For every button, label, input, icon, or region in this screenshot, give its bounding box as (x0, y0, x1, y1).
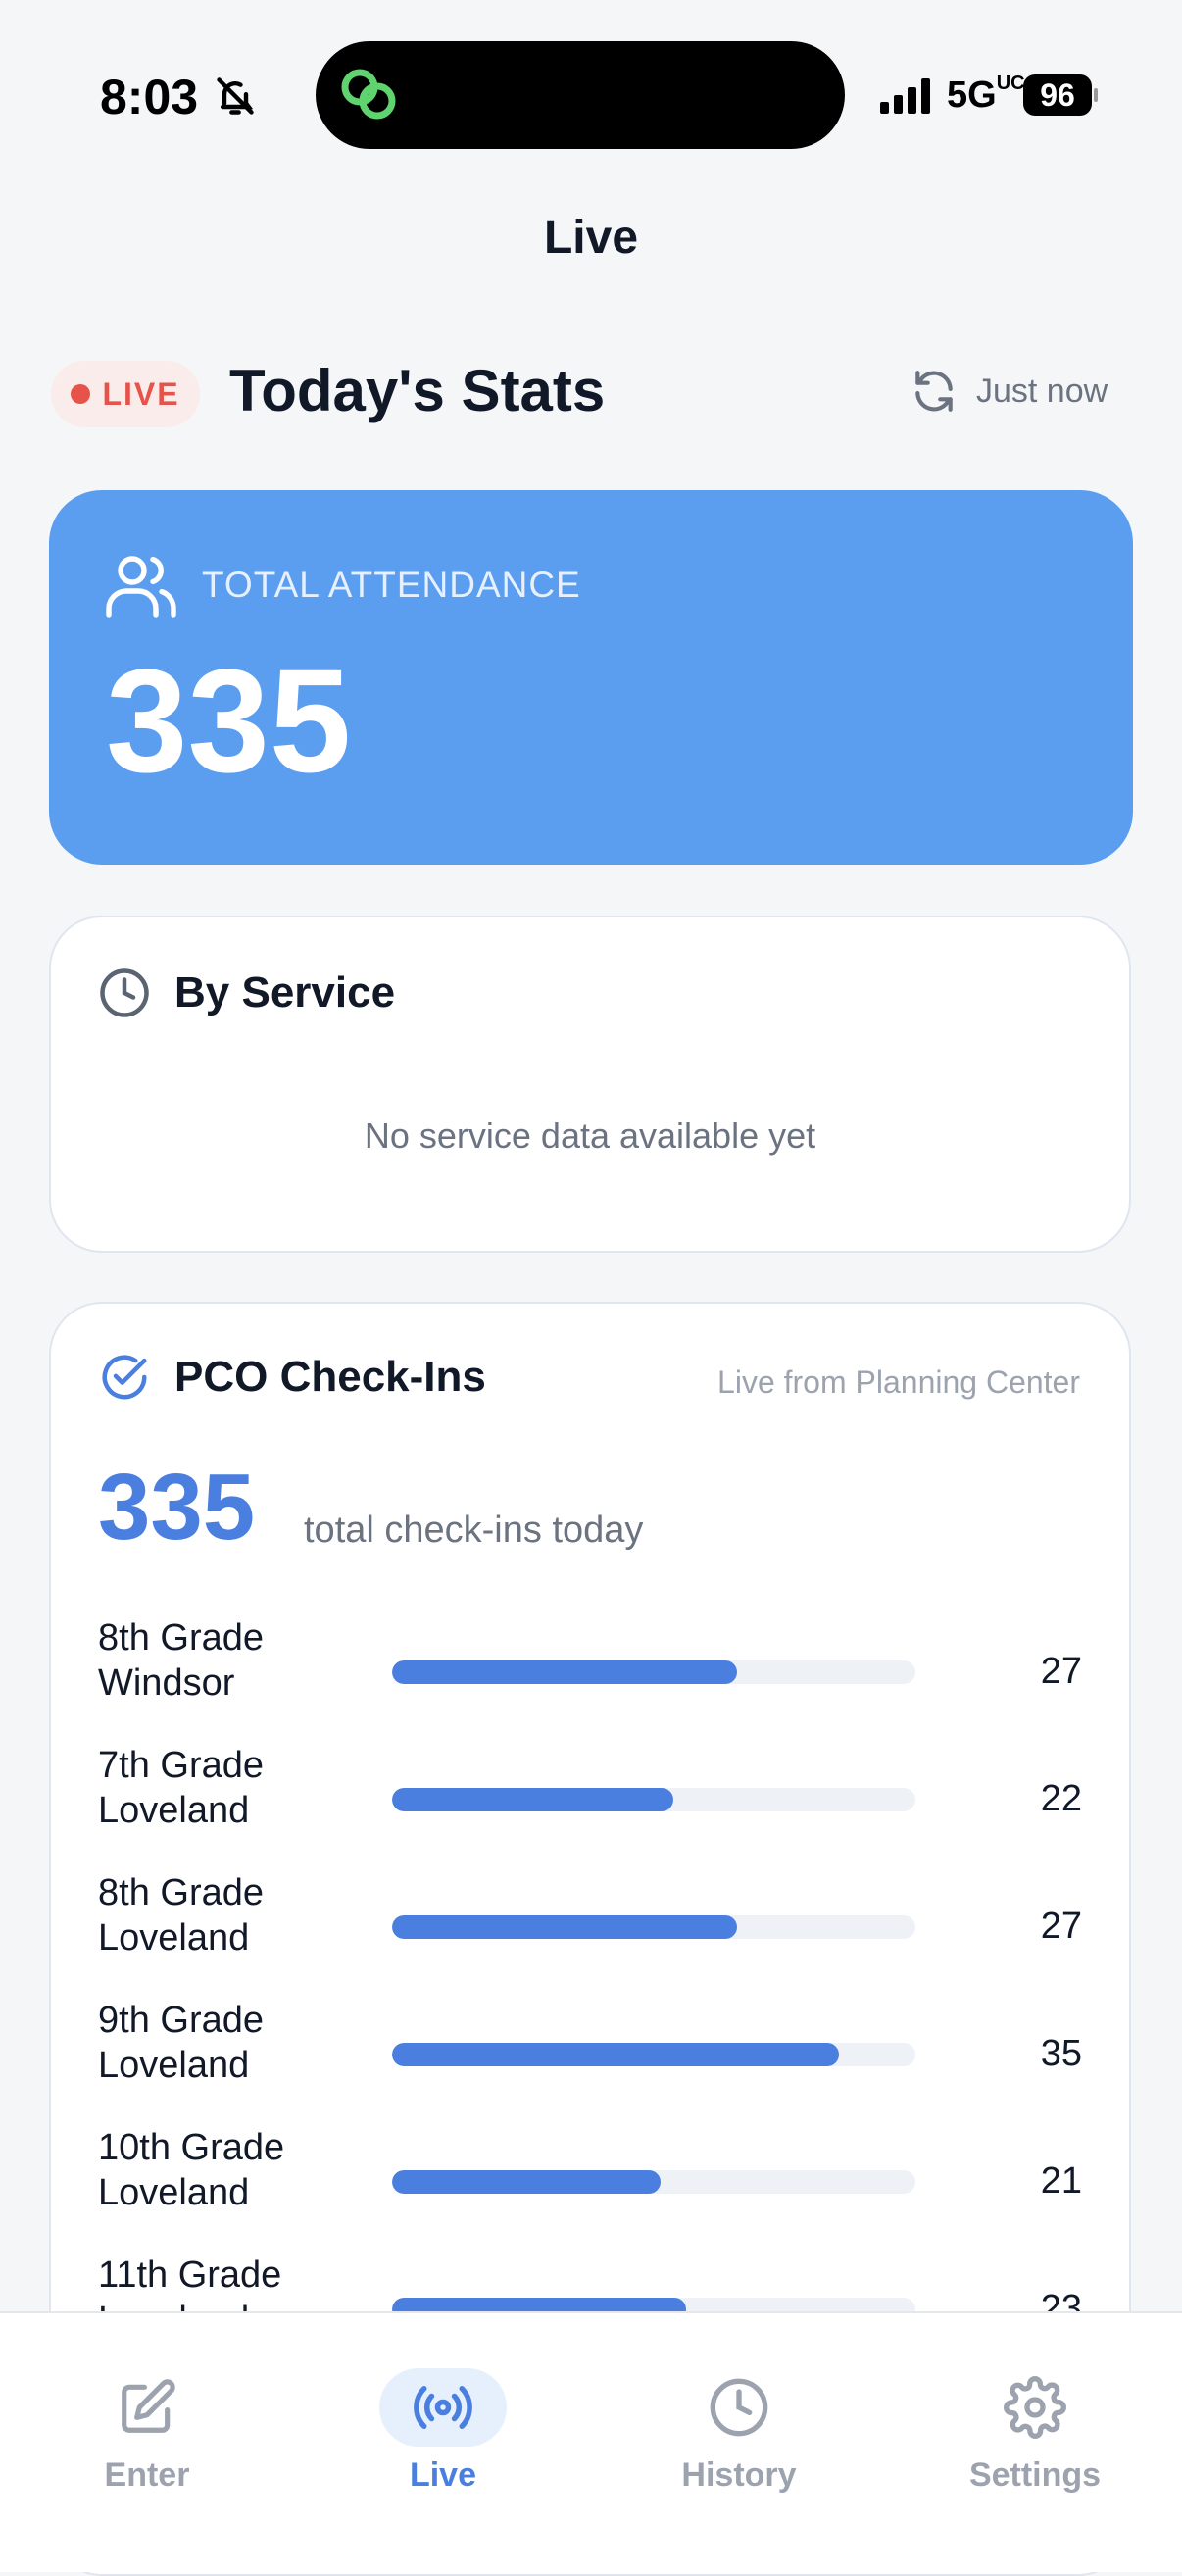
live-badge-label: LIVE (102, 375, 180, 412)
checkin-group-line1: 9th Grade (98, 2000, 264, 2041)
checkin-group-line1: 8th Grade (98, 1617, 264, 1659)
checkin-count: 22 (1040, 1778, 1082, 1819)
checkin-group-line2: Loveland (98, 2045, 250, 2086)
checkin-bar-fill (392, 2170, 661, 2194)
empty-state-message: No service data available yet (364, 1115, 816, 1156)
checkin-group-line1: 8th Grade (98, 1872, 264, 1913)
checkin-bar-track (392, 2043, 915, 2066)
checkin-group-line2: Loveland (98, 1790, 250, 1831)
live-dot (71, 384, 91, 404)
tab-live-label: Live (409, 2456, 477, 2494)
tab-enter-icon-wrap (83, 2368, 211, 2447)
clock-icon (100, 968, 149, 1017)
total-attendance-card: TOTAL ATTENDANCE 335 (49, 490, 1133, 865)
checkin-bar-track (392, 1915, 915, 1939)
checkin-group-label: 8th Grade Windsor (98, 1615, 353, 1706)
checkin-group-line2: Loveland (98, 1917, 250, 1958)
checkin-bar-fill (392, 1788, 673, 1811)
checkin-group-label: 9th Grade Loveland (98, 1998, 353, 2088)
tab-bar: Enter Live History Settings (0, 2311, 1182, 2572)
checkin-group-line1: 7th Grade (98, 1745, 264, 1786)
total-attendance-value: 335 (106, 638, 352, 803)
live-badge: LIVE (51, 361, 200, 427)
by-service-title: By Service (174, 968, 396, 1016)
checkin-bar-fill (392, 1660, 737, 1684)
check-circle-icon (102, 1355, 147, 1400)
checkin-bar-track (392, 2170, 915, 2194)
checkin-row: 7th Grade Loveland 22 (51, 1743, 1129, 1860)
gear-icon (1004, 2376, 1066, 2439)
nav-title: Live (543, 212, 639, 264)
edit-icon (122, 2379, 175, 2433)
tab-live[interactable]: Live (335, 2368, 551, 2495)
tab-enter-label: Enter (104, 2456, 190, 2494)
checkin-row: 8th Grade Windsor 27 (51, 1615, 1129, 1733)
refresh-icon (915, 371, 953, 412)
status-bar: 8:03 5GUC 96 (0, 0, 1182, 186)
checkin-group-line2: Loveland (98, 2172, 250, 2213)
checkin-group-line2: Windsor (98, 1662, 235, 1704)
checkin-bar-track (392, 1660, 915, 1684)
tab-settings-icon-wrap (971, 2368, 1099, 2447)
checkin-row: 10th Grade Loveland 21 (51, 2125, 1129, 2243)
network-type: 5GUC (947, 74, 1025, 117)
checkin-group-line1: 11th Grade (98, 2254, 282, 2296)
dynamic-island (316, 41, 845, 149)
pco-title: PCO Check-Ins (174, 1353, 486, 1401)
refresh-button[interactable]: Just now (910, 367, 1108, 416)
checkin-count: 27 (1040, 1906, 1082, 1947)
tab-history-icon-wrap (675, 2368, 803, 2447)
signal-icon (880, 78, 930, 114)
network-label: 5G (947, 74, 997, 116)
pco-total-value: 335 (98, 1455, 256, 1560)
battery-tip (1094, 88, 1098, 102)
checkin-row: 8th Grade Loveland 27 (51, 1870, 1129, 1988)
checkin-group-label: 10th Grade Loveland (98, 2125, 353, 2215)
checkin-group-label: 8th Grade Loveland (98, 1870, 353, 1960)
checkin-count: 21 (1040, 2160, 1082, 2202)
tab-settings-label: Settings (968, 2456, 1102, 2494)
network-suffix: UC (996, 73, 1025, 94)
bell-muted-icon (217, 77, 254, 115)
checkin-row: 9th Grade Loveland 35 (51, 1998, 1129, 2115)
users-icon (106, 556, 176, 618)
checkin-bar-fill (392, 1915, 737, 1939)
checkin-count: 35 (1040, 2033, 1082, 2074)
app-logo-icon (341, 69, 396, 120)
checkin-group-label: 7th Grade Loveland (98, 1743, 353, 1833)
checkin-count: 27 (1040, 1651, 1082, 1692)
broadcast-icon (414, 2386, 472, 2429)
clock-icon (710, 2378, 768, 2437)
refresh-label: Just now (976, 372, 1108, 410)
by-service-card: By Service No service data available yet (49, 916, 1131, 1253)
total-attendance-label: TOTAL ATTENDANCE (202, 565, 581, 605)
tab-history-label: History (681, 2456, 797, 2494)
checkin-bar-fill (392, 2043, 839, 2066)
pco-source-label: Live from Planning Center (717, 1364, 1080, 1400)
tab-history[interactable]: History (631, 2368, 847, 2495)
status-time: 8:03 (100, 70, 199, 124)
battery-indicator: 96 (1023, 74, 1092, 116)
checkin-bar-track (392, 1788, 915, 1811)
checkin-group-line1: 10th Grade (98, 2127, 285, 2168)
tab-live-icon-wrap (379, 2368, 507, 2447)
tab-enter[interactable]: Enter (39, 2368, 255, 2495)
tab-settings[interactable]: Settings (927, 2368, 1143, 2495)
pco-total-label: total check-ins today (304, 1510, 644, 1551)
page-title: Today's Stats (229, 358, 606, 423)
